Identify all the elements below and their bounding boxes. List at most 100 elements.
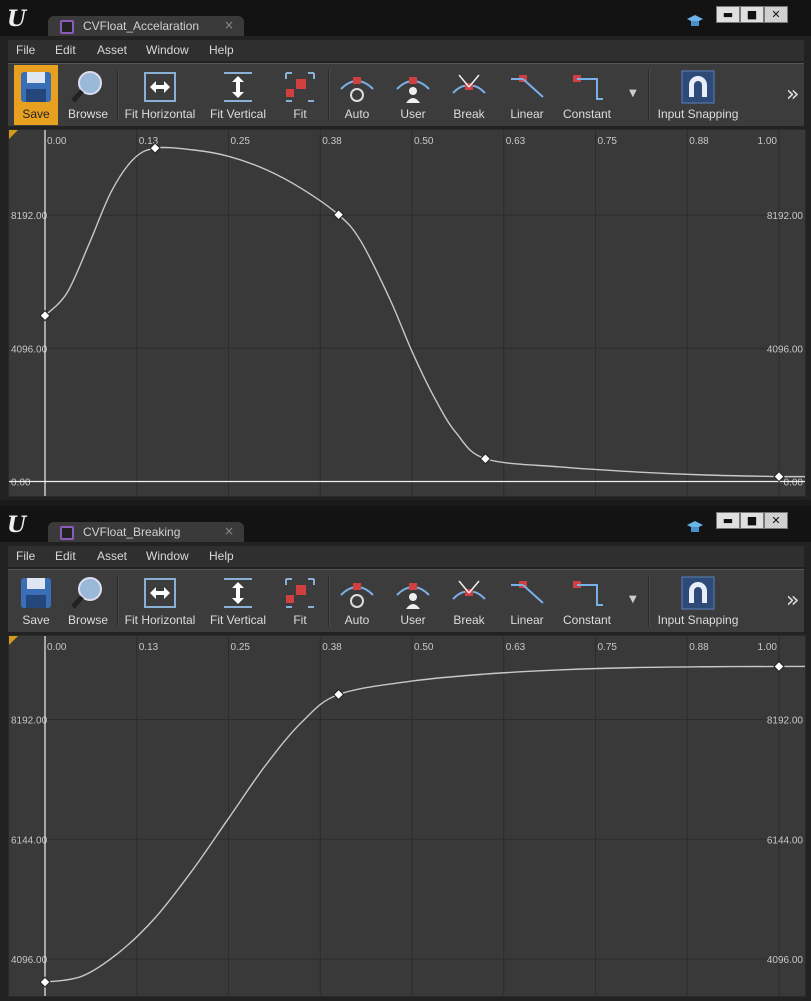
fit-icon — [285, 578, 315, 608]
fit-horizontal-button[interactable]: Fit Horizontal — [122, 65, 198, 125]
browse-label: Browse — [67, 107, 108, 121]
user-label: User — [400, 613, 426, 627]
constant-tangent-icon — [573, 75, 603, 100]
constant-tangent-button[interactable]: Constant — [558, 65, 616, 125]
fit-button[interactable]: Fit — [278, 571, 322, 631]
asset-tab[interactable]: CVFloat_Accelaration × — [48, 16, 244, 36]
magnet-icon — [681, 576, 715, 610]
curve-key-point[interactable] — [773, 470, 785, 483]
close-button[interactable]: ✕ — [764, 6, 788, 23]
magnifier-icon — [71, 577, 102, 609]
close-button[interactable]: ✕ — [764, 512, 788, 529]
linear-tangent-button[interactable]: Linear — [502, 65, 552, 125]
break-tangent-button[interactable]: Break — [446, 65, 492, 125]
curve-graph[interactable]: 0.00 0.13 0.25 0.38 0.50 0.63 0.75 0.88 1.00 8192… — [8, 129, 806, 497]
menu-asset[interactable]: Asset — [97, 549, 127, 563]
fit-label: Fit — [293, 613, 307, 627]
minimize-button[interactable]: ▬ — [716, 6, 740, 23]
menu-file[interactable]: File — [16, 549, 35, 563]
input-snapping-label: Input Snapping — [657, 613, 739, 627]
x-tick-label: 0.25 — [231, 136, 251, 147]
menu-window[interactable]: Window — [146, 549, 189, 563]
curve-graph[interactable]: 0.00 0.13 0.25 0.38 0.50 0.63 0.75 0.88 1.00 8192… — [8, 635, 806, 997]
fit-vertical-button[interactable]: Fit Vertical — [206, 571, 270, 631]
toolbar-divider — [648, 576, 650, 626]
input-snapping-button[interactable]: Input Snapping — [654, 571, 742, 631]
x-tick-label: 0.25 — [231, 642, 251, 653]
x-tick-label: 0.50 — [414, 642, 434, 653]
asset-tab[interactable]: CVFloat_Breaking × — [48, 522, 244, 542]
toolbar: Save Browse Fit Horizontal Fit Vertical … — [8, 63, 804, 126]
user-tangent-button[interactable]: User — [390, 571, 436, 631]
tab-close-button[interactable]: × — [224, 18, 234, 32]
menu-help[interactable]: Help — [209, 43, 234, 57]
maximize-button[interactable]: ■ — [740, 512, 764, 529]
curve-line — [44, 146, 805, 478]
fit-horizontal-button[interactable]: Fit Horizontal — [122, 571, 198, 631]
tab-title: CVFloat_Accelaration — [83, 19, 200, 33]
floppy-disk-icon — [21, 72, 51, 102]
tab-close-button[interactable]: × — [224, 524, 234, 538]
x-tick-label: 0.13 — [139, 642, 159, 653]
menu-edit[interactable]: Edit — [55, 43, 76, 57]
fit-vertical-button[interactable]: Fit Vertical — [206, 65, 270, 125]
tangent-options-dropdown-icon[interactable]: ▼ — [629, 88, 637, 99]
curve-key-point[interactable] — [332, 688, 345, 701]
curve-key-point[interactable] — [773, 660, 785, 673]
curve-graph-canvas[interactable]: 0.00 0.13 0.25 0.38 0.50 0.63 0.75 0.88 1.008192… — [9, 636, 805, 996]
menu-asset[interactable]: Asset — [97, 43, 127, 57]
title-bar[interactable]: U CVFloat_Breaking × ▬ ■ ✕ — [0, 506, 811, 542]
browse-button[interactable]: Browse — [64, 65, 112, 125]
toolbar-divider — [117, 576, 119, 626]
browse-button[interactable]: Browse — [64, 571, 112, 631]
x-tick-label: 0.50 — [414, 136, 434, 147]
graph-corner-marker — [9, 130, 18, 139]
x-tick-label: 0.88 — [689, 136, 709, 147]
x-tick-label: 0.00 — [47, 136, 67, 147]
fit-vertical-label: Fit Vertical — [209, 107, 266, 121]
fit-horizontal-label: Fit Horizontal — [124, 107, 196, 121]
linear-tangent-button[interactable]: Linear — [502, 571, 552, 631]
fit-button[interactable]: Fit — [278, 65, 322, 125]
graduation-cap-icon[interactable] — [687, 520, 703, 534]
y-tick-label: 8192.00 — [767, 211, 804, 222]
menu-window[interactable]: Window — [146, 43, 189, 57]
y-tick-label: 4096.00 — [11, 955, 48, 966]
curve-graph-canvas[interactable]: 0.00 0.13 0.25 0.38 0.50 0.63 0.75 0.88 1.008192… — [9, 130, 805, 496]
y-tick-label: 4096.00 — [11, 344, 48, 355]
minimize-button[interactable]: ▬ — [716, 512, 740, 529]
curve-key-point[interactable] — [39, 976, 51, 988]
break-tangent-button[interactable]: Break — [446, 571, 492, 631]
title-bar[interactable]: U CVFloat_Accelaration × ▬ ■ ✕ — [0, 0, 811, 36]
fit-icon — [285, 72, 315, 102]
toolbar-overflow-chevron-icon[interactable]: » — [786, 82, 799, 107]
curve-asset-icon — [60, 526, 74, 540]
linear-tangent-icon — [511, 75, 544, 98]
fit-vertical-icon — [224, 72, 252, 102]
save-button[interactable]: Save — [14, 571, 58, 631]
menu-edit[interactable]: Edit — [55, 549, 76, 563]
constant-label: Constant — [562, 107, 612, 121]
tangent-options-dropdown-icon[interactable]: ▼ — [629, 594, 637, 605]
graduation-cap-icon[interactable] — [687, 14, 703, 28]
save-button[interactable]: Save — [14, 65, 58, 125]
curve-key-point[interactable] — [479, 453, 492, 465]
break-tangent-icon — [452, 580, 486, 600]
toolbar-overflow-chevron-icon[interactable]: » — [786, 588, 799, 613]
auto-tangent-button[interactable]: Auto — [334, 65, 380, 125]
y-tick-label: 0.00 — [11, 477, 31, 488]
menu-file[interactable]: File — [16, 43, 35, 57]
auto-tangent-button[interactable]: Auto — [334, 571, 380, 631]
fit-vertical-label: Fit Vertical — [209, 613, 266, 627]
x-tick-label: 0.63 — [506, 642, 526, 653]
auto-label: Auto — [344, 613, 370, 627]
menu-help[interactable]: Help — [209, 549, 234, 563]
constant-tangent-button[interactable]: Constant — [558, 571, 616, 631]
user-tangent-button[interactable]: User — [390, 65, 436, 125]
linear-tangent-icon — [511, 581, 544, 604]
curve-editor-window-accelaration: U CVFloat_Accelaration × ▬ ■ ✕ File Edit… — [0, 0, 811, 500]
magnifier-icon — [71, 71, 102, 103]
input-snapping-button[interactable]: Input Snapping — [654, 65, 742, 125]
x-tick-label: 0.63 — [506, 136, 526, 147]
maximize-button[interactable]: ■ — [740, 6, 764, 23]
